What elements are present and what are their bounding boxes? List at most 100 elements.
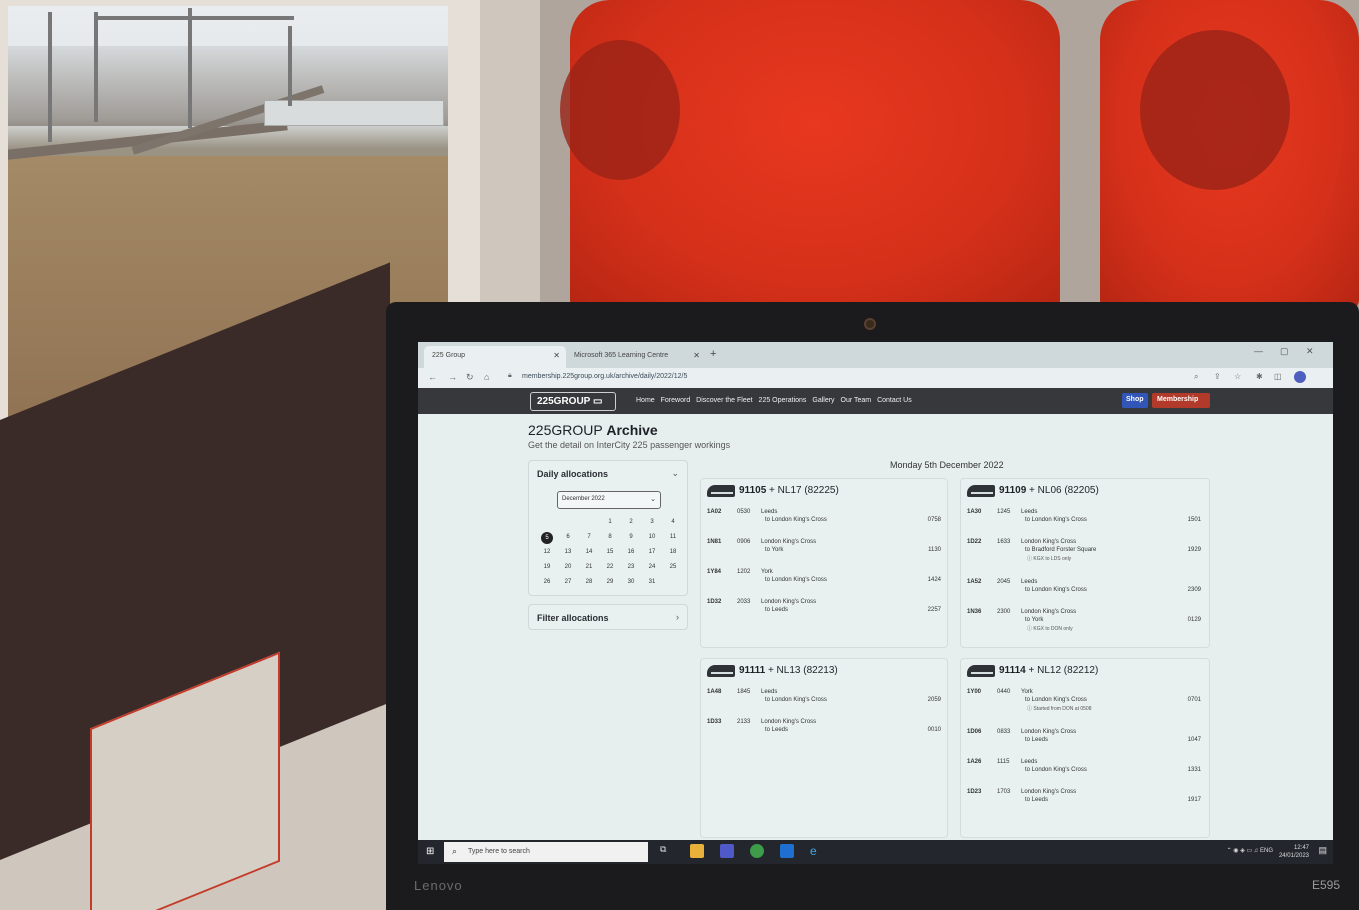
calendar-day[interactable]: 17 <box>642 549 662 555</box>
nav-foreword[interactable]: Foreword <box>661 397 691 404</box>
sidepanel-icon[interactable]: ◫ <box>1274 372 1282 381</box>
calendar-day[interactable]: 27 <box>558 579 578 585</box>
clock[interactable]: 12:47 24/01/2023 <box>1279 844 1309 860</box>
loco-number[interactable]: 91109 <box>999 485 1026 496</box>
profile-avatar[interactable] <box>1294 371 1306 383</box>
calendar-day[interactable]: 12 <box>537 549 557 555</box>
nav-225-operations[interactable]: 225 Operations <box>759 397 807 404</box>
task-view-icon[interactable]: ⧉ <box>660 844 674 858</box>
service-row[interactable]: 1D33 2133 London King's Cross to Leeds 0010 <box>707 719 947 747</box>
calendar-day[interactable]: 5 <box>541 532 553 544</box>
calendar-day[interactable]: 13 <box>558 549 578 555</box>
outlook-icon[interactable] <box>780 844 794 858</box>
nav-gallery[interactable]: Gallery <box>812 397 834 404</box>
membership-button[interactable]: Membership <box>1152 393 1210 408</box>
nav-contact-us[interactable]: Contact Us <box>877 397 912 404</box>
month-select[interactable]: December 2022 ⌄ <box>557 491 661 509</box>
calendar-day[interactable]: 10 <box>642 534 662 540</box>
bookmark-icon[interactable]: ☆ <box>1234 372 1241 381</box>
calendar-day[interactable]: 11 <box>663 534 683 540</box>
shop-button[interactable]: Shop <box>1122 393 1148 408</box>
maximize-icon[interactable]: ▢ <box>1280 346 1289 357</box>
tab-microsoft-365[interactable]: Microsoft 365 Learning Centre ✕ <box>566 346 706 368</box>
tab-225-group[interactable]: 225 Group ✕ <box>424 346 566 368</box>
teams-icon[interactable] <box>720 844 734 858</box>
calendar-day[interactable]: 30 <box>621 579 641 585</box>
extensions-icon[interactable]: ✱ <box>1256 372 1263 381</box>
calendar-day[interactable]: 8 <box>600 534 620 540</box>
home-icon[interactable]: ⌂ <box>484 372 489 382</box>
loco-number[interactable]: 91111 <box>739 665 765 676</box>
calendar-day[interactable]: 22 <box>600 564 620 570</box>
service-arr: 1047 <box>1187 737 1201 743</box>
service-row[interactable]: 1A30 1245 Leeds to London King's Cross 1501 <box>967 509 1207 537</box>
loco-number[interactable]: 91105 <box>739 485 766 496</box>
laptop-screen: 225 Group ✕ Microsoft 365 Learning Centr… <box>418 342 1333 864</box>
filter-allocations-panel[interactable]: Filter allocations › <box>528 604 688 630</box>
calendar-day[interactable]: 25 <box>663 564 683 570</box>
service-row[interactable]: 1D22 1633 London King's Cross to Bradford F… <box>967 539 1207 567</box>
calendar-day[interactable]: 23 <box>621 564 641 570</box>
service-to: to Leeds <box>1025 797 1049 803</box>
windows-start-icon[interactable]: ⊞ <box>426 846 434 857</box>
address-input[interactable]: membership.225group.org.uk/archive/daily… <box>522 373 687 380</box>
service-row[interactable]: 1N81 0906 London King's Cross to York 1130 <box>707 539 947 567</box>
calendar-day[interactable]: 24 <box>642 564 662 570</box>
calendar-day[interactable]: 19 <box>537 564 557 570</box>
service-row[interactable]: 1Y00 0440 York to London King's Cross 0701 ⓘ … <box>967 689 1207 717</box>
search-icon[interactable]: ⌕ <box>1194 372 1198 382</box>
close-icon[interactable]: ✕ <box>553 351 560 360</box>
close-icon[interactable]: ✕ <box>693 351 700 360</box>
service-row[interactable]: 1D23 1703 London King's Cross to Leeds 1917 <box>967 789 1207 817</box>
calendar-day[interactable]: 4 <box>663 519 683 525</box>
chrome-icon[interactable] <box>750 844 764 858</box>
service-row[interactable]: 1D32 2033 London King's Cross to Leeds 2257 <box>707 599 947 627</box>
service-row[interactable]: 1Y84 1202 York to London King's Cross 1424 <box>707 569 947 597</box>
calendar-day[interactable]: 1 <box>600 519 620 525</box>
calendar-day[interactable]: 31 <box>642 579 662 585</box>
calendar-day[interactable]: 18 <box>663 549 683 555</box>
calendar-day[interactable]: 6 <box>558 534 578 540</box>
system-tray[interactable]: ⌃ ◉ ◈ ▭ ♫ ENG <box>1227 847 1273 854</box>
calendar-week: 5 6 7 8 9 10 11 <box>537 532 687 547</box>
service-row[interactable]: 1A52 2045 Leeds to London King's Cross 2309 <box>967 579 1207 607</box>
service-row[interactable]: 1A02 0530 Leeds to London King's Cross 0758 <box>707 509 947 537</box>
back-icon[interactable]: ← <box>428 372 437 382</box>
chevron-down-icon[interactable]: ⌄ <box>671 468 679 479</box>
laptop-model: E595 <box>1312 878 1341 892</box>
service-row[interactable]: 1N36 2300 London King's Cross to York 0129 ⓘ … <box>967 609 1207 637</box>
service-headcode: 1Y84 <box>707 569 722 575</box>
calendar-day[interactable]: 3 <box>642 519 662 525</box>
calendar-week: 1234 <box>537 517 687 532</box>
new-tab-icon[interactable]: + <box>710 348 716 360</box>
calendar-day[interactable]: 15 <box>600 549 620 555</box>
service-row[interactable]: 1A26 1115 Leeds to London King's Cross 1331 <box>967 759 1207 787</box>
calendar-day[interactable]: 26 <box>537 579 557 585</box>
nav-discover-fleet[interactable]: Discover the Fleet <box>696 397 752 404</box>
edge-icon[interactable]: e <box>810 844 824 858</box>
minimize-icon[interactable]: — <box>1254 346 1263 356</box>
reload-icon[interactable]: ↻ <box>466 372 474 383</box>
calendar-day[interactable]: 2 <box>621 519 641 525</box>
calendar-day[interactable]: 21 <box>579 564 599 570</box>
calendar-day[interactable]: 20 <box>558 564 578 570</box>
service-row[interactable]: 1A48 1845 Leeds to London King's Cross 2059 <box>707 689 947 717</box>
nav-home[interactable]: Home <box>636 397 655 404</box>
calendar-day[interactable]: 7 <box>579 534 599 540</box>
file-explorer-icon[interactable] <box>690 844 704 858</box>
notification-icon[interactable]: ▤ <box>1318 845 1327 856</box>
forward-icon[interactable]: → <box>448 372 457 382</box>
loco-number[interactable]: 91114 <box>999 665 1026 676</box>
calendar-day[interactable]: 28 <box>579 579 599 585</box>
close-window-icon[interactable]: ✕ <box>1306 346 1314 357</box>
calendar-day[interactable]: 29 <box>600 579 620 585</box>
calendar-day[interactable]: 14 <box>579 549 599 555</box>
calendar-day[interactable]: 16 <box>621 549 641 555</box>
site-logo[interactable]: 225GROUP ▭ <box>530 392 616 411</box>
service-row[interactable]: 1D06 0833 London King's Cross to Leeds 1047 <box>967 729 1207 757</box>
share-icon[interactable]: ⇪ <box>1214 372 1221 381</box>
set-number: + NL06 (82205) <box>1029 485 1099 496</box>
calendar-day[interactable]: 9 <box>621 534 641 540</box>
nav-our-team[interactable]: Our Team <box>841 397 872 404</box>
taskbar-search[interactable]: ⌕ Type here to search <box>444 842 648 862</box>
